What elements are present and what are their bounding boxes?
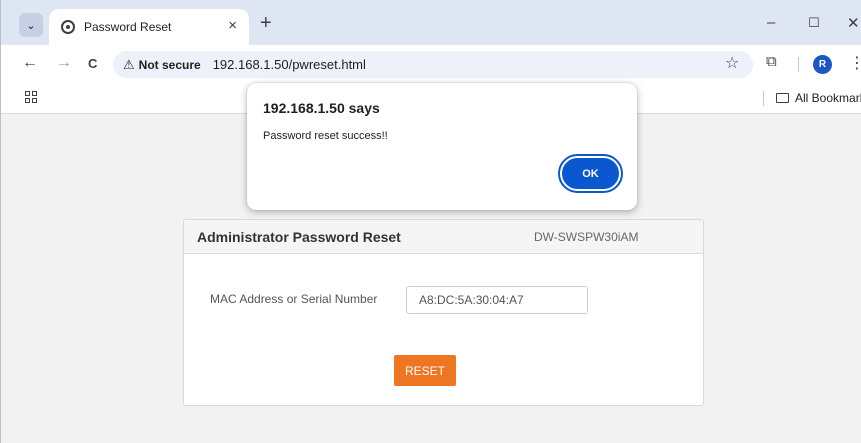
tab-password-reset[interactable]: Password Reset × <box>49 9 249 45</box>
close-window-button[interactable]: ✕ <box>847 14 860 32</box>
tab-close-icon[interactable]: × <box>228 17 237 34</box>
dialog-title: 192.168.1.50 says <box>263 100 380 116</box>
dialog-message: Password reset success!! <box>263 130 388 142</box>
toolbar-divider <box>798 57 799 72</box>
security-label[interactable]: Not secure <box>139 58 201 72</box>
forward-button[interactable]: → <box>56 54 72 72</box>
password-reset-panel: Administrator Password Reset DW-SWSPW30i… <box>183 219 704 406</box>
extensions-icon[interactable]: ⧉ <box>766 53 777 70</box>
alert-dialog: 192.168.1.50 says Password reset success… <box>247 83 637 210</box>
mac-serial-label: MAC Address or Serial Number <box>210 292 378 306</box>
back-button[interactable]: ← <box>22 54 38 72</box>
new-tab-button[interactable]: + <box>260 12 272 35</box>
browser-menu-icon[interactable]: ⋮ <box>849 53 861 73</box>
maximize-button[interactable]: ☐ <box>808 15 820 31</box>
globe-icon <box>61 20 75 34</box>
url-text[interactable]: 192.168.1.50/pwreset.html <box>213 57 366 72</box>
reload-button[interactable]: C <box>88 56 97 71</box>
mac-serial-input[interactable] <box>406 286 588 314</box>
ok-button[interactable]: OK <box>558 154 623 193</box>
device-model: DW-SWSPW30iAM <box>534 230 639 244</box>
address-bar[interactable]: ⚠ Not secure 192.168.1.50/pwreset.html <box>113 51 753 78</box>
panel-title: Administrator Password Reset <box>197 229 401 245</box>
browser-toolbar: ← → C ⚠ Not secure 192.168.1.50/pwreset.… <box>0 45 861 83</box>
bookmark-star-icon[interactable]: ☆ <box>725 53 739 73</box>
panel-header: Administrator Password Reset DW-SWSPW30i… <box>184 220 703 254</box>
chevron-down-icon: ⌄ <box>26 19 36 32</box>
tab-title: Password Reset <box>84 20 172 34</box>
minimize-button[interactable]: – <box>767 14 775 31</box>
apps-grid-icon[interactable] <box>25 91 37 103</box>
reset-button[interactable]: RESET <box>394 355 456 386</box>
tab-strip: ⌄ Password Reset × + – ☐ ✕ <box>0 0 861 45</box>
tab-search-button[interactable]: ⌄ <box>19 13 43 37</box>
bookmarks-divider <box>763 91 764 106</box>
profile-avatar[interactable]: R <box>813 55 832 74</box>
folder-icon[interactable] <box>776 93 789 103</box>
all-bookmarks-link[interactable]: All Bookmarks <box>795 91 861 105</box>
warning-icon[interactable]: ⚠ <box>123 57 135 73</box>
